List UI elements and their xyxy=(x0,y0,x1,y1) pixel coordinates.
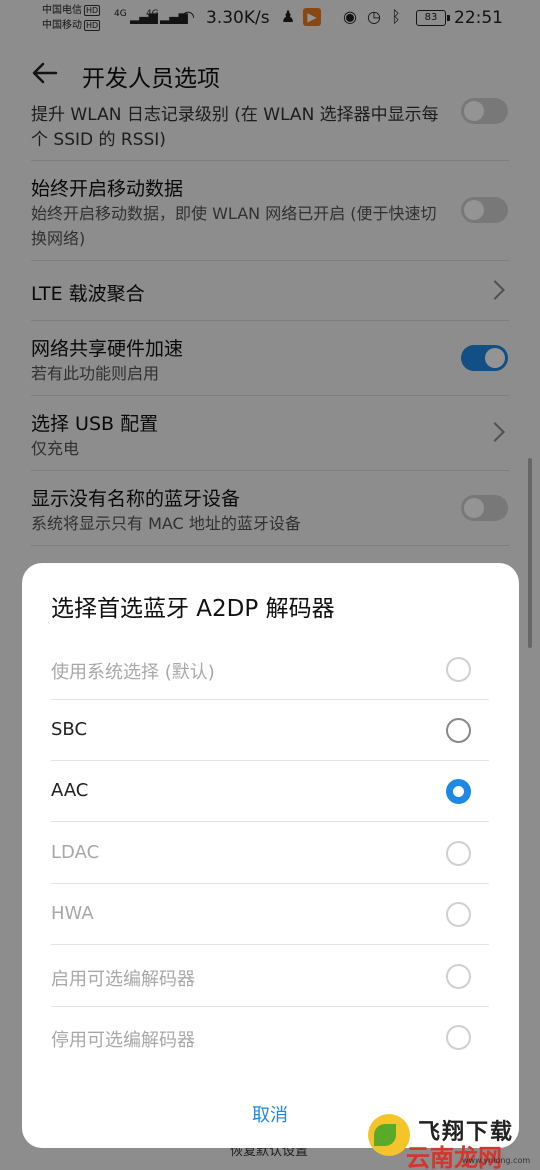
option-label: AAC xyxy=(51,780,89,801)
cancel-button[interactable]: 取消 xyxy=(220,1101,320,1131)
option-label: LDAC xyxy=(51,842,100,863)
a2dp-codec-dialog: 选择首选蓝牙 A2DP 解码器 使用系统选择 (默认) SBC AAC LDAC… xyxy=(22,563,519,1148)
divider xyxy=(51,821,489,822)
option-label: HWA xyxy=(51,903,94,924)
option-enable-optional-codecs[interactable]: 启用可选编解码器 xyxy=(51,946,489,1007)
divider xyxy=(51,944,489,945)
option-system-default[interactable]: 使用系统选择 (默认) xyxy=(51,639,489,700)
option-label: SBC xyxy=(51,719,88,740)
option-ldac[interactable]: LDAC xyxy=(51,823,489,884)
option-sbc[interactable]: SBC xyxy=(51,700,489,761)
radio-button[interactable] xyxy=(446,657,471,682)
dialog-title: 选择首选蓝牙 A2DP 解码器 xyxy=(51,596,335,622)
option-aac[interactable]: AAC xyxy=(51,761,489,822)
radio-button-selected[interactable] xyxy=(446,779,471,804)
watermark-url: www.ynlong.com xyxy=(462,1156,531,1165)
option-label: 使用系统选择 (默认) xyxy=(51,662,215,683)
option-disable-optional-codecs[interactable]: 停用可选编解码器 xyxy=(51,1007,489,1068)
watermark: 飞翔下载 云南龙网 www.ynlong.com xyxy=(366,1112,536,1170)
option-label: 启用可选编解码器 xyxy=(51,969,195,990)
option-hwa[interactable]: HWA xyxy=(51,884,489,945)
radio-button[interactable] xyxy=(446,718,471,743)
radio-button[interactable] xyxy=(446,964,471,989)
radio-button[interactable] xyxy=(446,1025,471,1050)
radio-button[interactable] xyxy=(446,902,471,927)
watermark-text: 云南龙网 xyxy=(406,1144,502,1170)
watermark-logo-icon xyxy=(368,1114,410,1156)
option-label: 停用可选编解码器 xyxy=(51,1030,195,1051)
radio-button[interactable] xyxy=(446,841,471,866)
